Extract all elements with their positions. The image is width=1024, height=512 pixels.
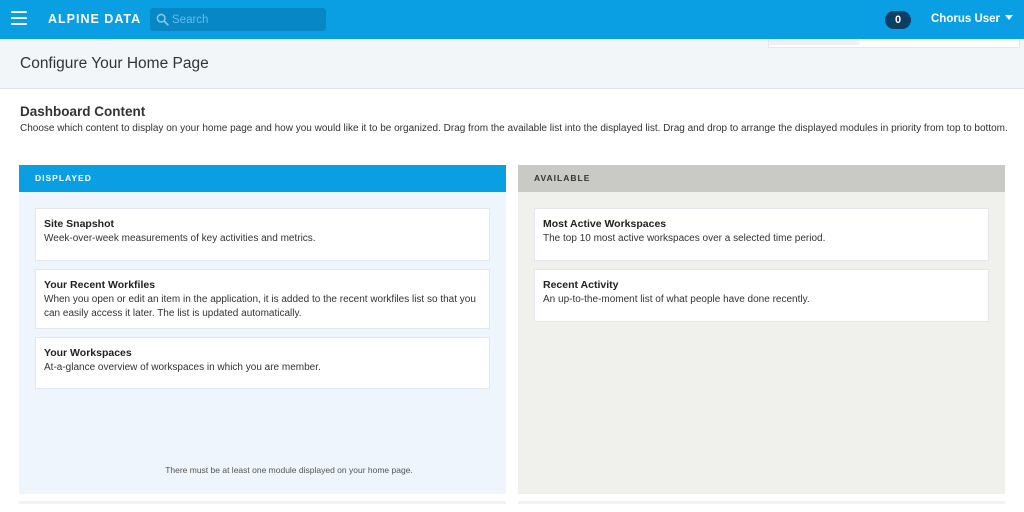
page-header: Configure Your Home Page (0, 39, 1024, 89)
search-input[interactable] (172, 10, 322, 29)
available-panel-header: AVAILABLE (518, 165, 1005, 192)
module-description: Week-over-week measurements of key activ… (44, 233, 316, 244)
module-description: The top 10 most active workspaces over a… (543, 233, 826, 244)
chevron-down-icon (1005, 15, 1014, 20)
module-title: Most Active Workspaces (543, 218, 667, 230)
header-tab-segment (769, 39, 859, 45)
displayed-panel[interactable]: DISPLAYED Site Snapshot Week-over-week m… (19, 165, 506, 494)
module-card-recent-activity[interactable]: Recent Activity An up-to-the-moment list… (534, 269, 989, 322)
divider (19, 501, 506, 504)
module-card-site-snapshot[interactable]: Site Snapshot Week-over-week measurement… (35, 208, 490, 261)
page-title: Configure Your Home Page (20, 55, 209, 72)
module-title: Your Recent Workfiles (44, 279, 156, 291)
module-title: Recent Activity (543, 279, 619, 291)
user-menu[interactable]: Chorus User (931, 13, 1014, 25)
displayed-note: There must be at least one module displa… (165, 465, 413, 475)
section-description: Choose which content to display on your … (20, 123, 1008, 134)
module-description: An up-to-the-moment list of what people … (543, 294, 810, 305)
available-panel[interactable]: AVAILABLE Most Active Workspaces The top… (518, 165, 1005, 494)
search-box[interactable] (150, 8, 326, 31)
module-description: At-a-glance overview of workspaces in wh… (44, 362, 321, 373)
module-description: When you open or edit an item in the app… (44, 294, 476, 319)
search-icon (156, 13, 169, 26)
brand-logo[interactable]: ALPINE DATA (48, 12, 141, 26)
menu-icon[interactable] (11, 11, 27, 25)
module-title: Your Workspaces (44, 347, 132, 359)
module-card-your-workspaces[interactable]: Your Workspaces At-a-glance overview of … (35, 337, 490, 389)
section-title: Dashboard Content (20, 104, 146, 119)
module-card-recent-workfiles[interactable]: Your Recent Workfiles When you open or e… (35, 269, 490, 329)
divider (518, 501, 1005, 504)
module-card-most-active-workspaces[interactable]: Most Active Workspaces The top 10 most a… (534, 208, 989, 261)
header-tab-strip (768, 39, 1020, 48)
notifications-badge[interactable]: 0 (885, 11, 911, 29)
user-name[interactable]: Chorus User (931, 13, 1000, 25)
top-navigation-bar: ALPINE DATA 0 Chorus User (0, 0, 1024, 39)
displayed-panel-header: DISPLAYED (19, 165, 506, 192)
module-title: Site Snapshot (44, 218, 115, 230)
